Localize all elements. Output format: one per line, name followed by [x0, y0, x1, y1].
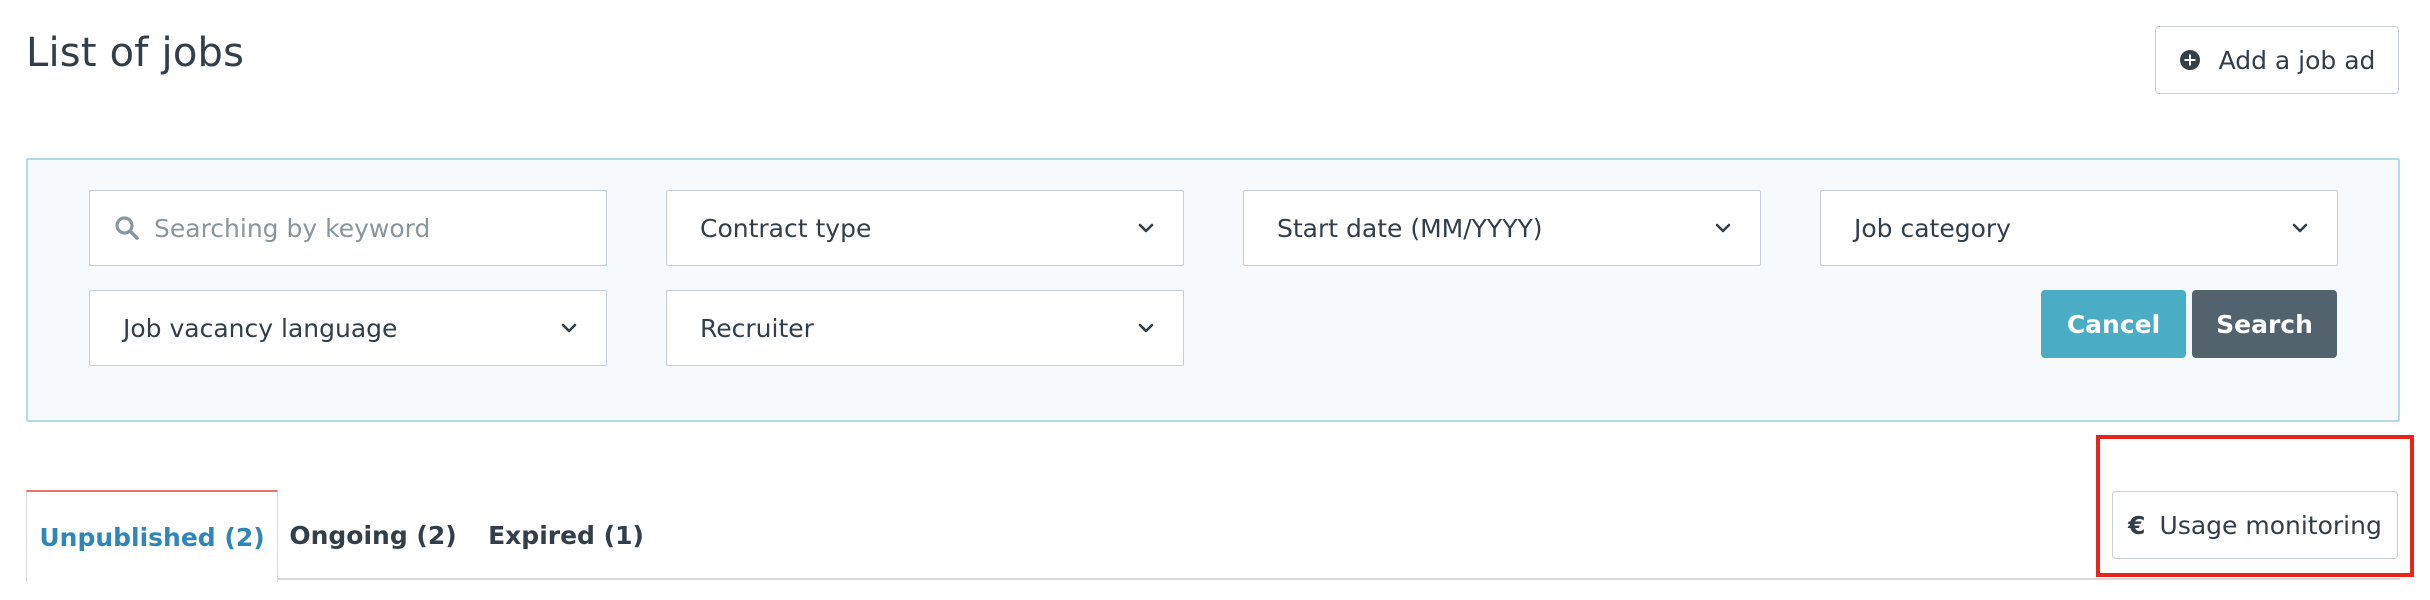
- contract-type-select[interactable]: Contract type: [666, 190, 1184, 266]
- tab-ongoing[interactable]: Ongoing (2): [278, 490, 468, 580]
- job-category-label: Job category: [1854, 213, 2011, 243]
- tab-expired[interactable]: Expired (1): [468, 490, 664, 580]
- job-vacancy-language-label: Job vacancy language: [123, 313, 398, 343]
- chevron-down-icon: [558, 317, 580, 339]
- job-status-tabs: Unpublished (2) Ongoing (2) Expired (1): [26, 490, 2400, 582]
- recruiter-label: Recruiter: [700, 313, 814, 343]
- usage-monitoring-label: Usage monitoring: [2159, 510, 2382, 540]
- contract-type-label: Contract type: [700, 213, 872, 243]
- filter-panel: Contract type Start date (MM/YYYY) Job c…: [26, 158, 2400, 422]
- chevron-down-icon: [1712, 217, 1734, 239]
- job-vacancy-language-select[interactable]: Job vacancy language: [89, 290, 607, 366]
- search-button[interactable]: Search: [2192, 290, 2337, 358]
- start-date-select[interactable]: Start date (MM/YYYY): [1243, 190, 1761, 266]
- add-job-ad-label: Add a job ad: [2218, 45, 2376, 75]
- keyword-search-field[interactable]: [89, 190, 607, 266]
- page-title: List of jobs: [26, 30, 245, 76]
- job-category-select[interactable]: Job category: [1820, 190, 2338, 266]
- start-date-label: Start date (MM/YYYY): [1277, 213, 1543, 243]
- chevron-down-icon: [1135, 217, 1157, 239]
- chevron-down-icon: [1135, 317, 1157, 339]
- keyword-search-input[interactable]: [154, 213, 574, 243]
- tab-unpublished[interactable]: Unpublished (2): [26, 490, 278, 582]
- plus-circle-icon: [2179, 49, 2201, 71]
- euro-icon: €: [2128, 510, 2146, 540]
- cancel-button[interactable]: Cancel: [2041, 290, 2186, 358]
- usage-monitoring-button[interactable]: € Usage monitoring: [2112, 491, 2398, 559]
- search-icon: [114, 215, 140, 241]
- recruiter-select[interactable]: Recruiter: [666, 290, 1184, 366]
- chevron-down-icon: [2289, 217, 2311, 239]
- add-job-ad-button[interactable]: Add a job ad: [2155, 26, 2399, 94]
